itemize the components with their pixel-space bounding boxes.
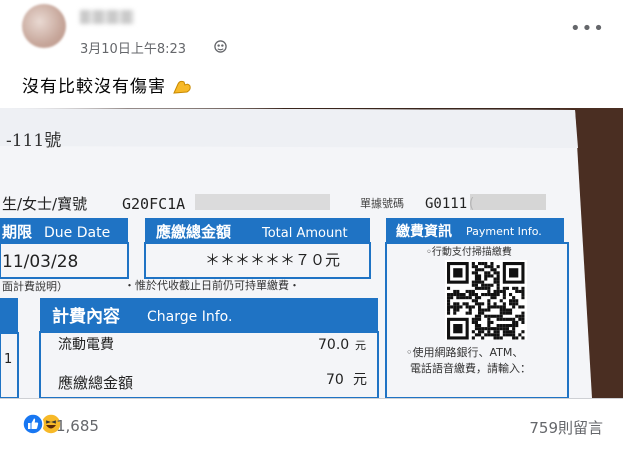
total-value: ＊＊＊＊＊＊７０元 xyxy=(205,251,340,269)
charge-amount-1: 70 xyxy=(326,372,344,388)
charge-label-en: Charge Info. xyxy=(147,309,232,325)
post-text-content: 沒有比較沒有傷害 xyxy=(22,77,166,97)
charge-item-0: 流動電費 xyxy=(58,337,114,353)
customer-id: G20FC1A xyxy=(122,195,185,213)
avatar[interactable] xyxy=(22,4,66,48)
due-date-label-zh: 期限 xyxy=(2,223,32,241)
post-header: 3月10日上午8:23 ••• xyxy=(0,0,623,60)
payment-label-en: Payment Info. xyxy=(466,225,542,238)
charge-unit-0: 元 xyxy=(355,339,366,352)
payment-line2: ◦使用網路銀行、ATM、 xyxy=(406,345,523,359)
notice-right: ・惟於代收截止日前仍可持單繳費・ xyxy=(124,278,300,292)
charge-item-1: 應繳總金額 xyxy=(58,374,133,392)
globe-icon[interactable] xyxy=(214,40,227,53)
charge-label-zh: 計費內容 xyxy=(52,306,120,327)
bill-photo-svg: -111號 生/女士/寶號 G20FC1A 單據號碼 G0111( 期限 Due… xyxy=(0,108,623,398)
flexed-biceps-icon xyxy=(173,80,192,94)
receipt-no: G0111( xyxy=(425,196,476,212)
bill-top-fragment: -111號 xyxy=(6,131,61,151)
post-text: 沒有比較沒有傷害 xyxy=(22,72,192,97)
due-date-value: 11/03/28 xyxy=(2,252,78,272)
receipt-label: 單據號碼 xyxy=(360,196,404,210)
author-name-blurred[interactable] xyxy=(80,10,134,24)
qr-code xyxy=(445,260,527,340)
side-number: 1 xyxy=(4,352,12,367)
more-dots-icon[interactable]: ••• xyxy=(570,20,604,40)
bill-photo[interactable]: -111號 生/女士/寶號 G20FC1A 單據號碼 G0111( 期限 Due… xyxy=(0,108,623,398)
due-date-label-en: Due Date xyxy=(44,225,110,241)
payment-line1: ◦行動支付掃描繳費 xyxy=(426,245,512,258)
total-label-zh: 應繳總金額 xyxy=(156,223,231,241)
customer-id-blur xyxy=(195,194,330,210)
reaction-count[interactable]: 1,685 xyxy=(56,417,99,435)
customer-label: 生/女士/寶號 xyxy=(2,195,87,213)
post-timestamp[interactable]: 3月10日上午8:23 xyxy=(80,38,186,57)
comment-count[interactable]: 759則留言 xyxy=(529,417,603,438)
total-label-en: Total Amount xyxy=(261,226,348,241)
post-stats-bar: 1,685 759則留言 xyxy=(0,398,623,460)
charge-unit-1: 元 xyxy=(353,372,367,388)
payment-label-zh: 繳費資訊 xyxy=(396,223,452,240)
payment-line3: 電話語音繳費，請輸入： xyxy=(410,361,531,375)
receipt-no-blur xyxy=(470,194,546,210)
charge-amount-0: 70.0 xyxy=(318,337,349,353)
notice-left: 面計費說明） xyxy=(2,279,68,293)
like-icon xyxy=(22,413,44,435)
